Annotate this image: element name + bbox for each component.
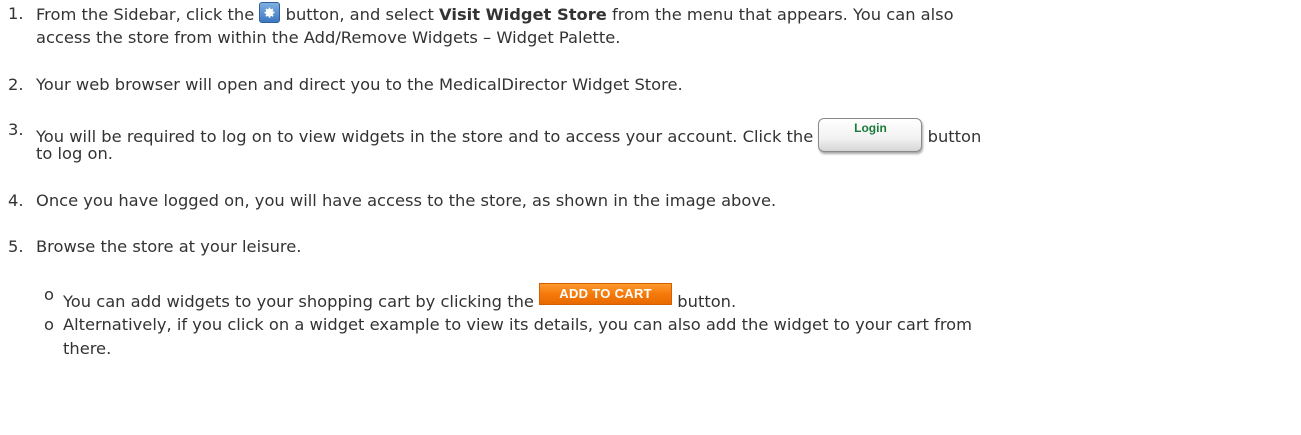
step-text: from the menu that appears. You can also (611, 5, 954, 24)
step-text: Your web browser will open and direct yo… (36, 75, 683, 94)
add-to-cart-button: ADD TO CART (539, 283, 673, 305)
step-1-line-1: From the Sidebar, click the button, and … (36, 2, 1286, 26)
step-number: 4. (8, 191, 24, 210)
bullet: o (44, 285, 54, 304)
login-button-label: Login (854, 121, 887, 135)
bullet: o (44, 315, 54, 334)
step-body: From the Sidebar, click the button, and … (36, 2, 1286, 50)
step-body: Your web browser will open and direct yo… (36, 73, 1286, 97)
gear-icon (264, 7, 275, 18)
sub-item-body: Alternatively, if you click on a widget … (63, 313, 1283, 361)
step-text: button, and select (285, 5, 434, 24)
step-text: button (927, 127, 982, 146)
sub-item-body: You can add widgets to your shopping car… (63, 283, 1283, 311)
step-number: 2. (8, 75, 24, 94)
login-button: Login (818, 118, 923, 152)
step-text: Browse the store at your leisure. (36, 237, 302, 256)
step-text: From the Sidebar, click the (36, 5, 255, 24)
step-number: 1. (8, 4, 24, 23)
step-number: 3. (8, 120, 24, 139)
sub-item-line: You can add widgets to your shopping car… (63, 283, 1283, 311)
sub-item-line-1: Alternatively, if you click on a widget … (63, 315, 973, 334)
menu-item-name: Visit Widget Store (439, 5, 607, 24)
step-3-line-1: You will be required to log on to view w… (36, 118, 1286, 152)
add-to-cart-label: ADD TO CART (559, 286, 652, 301)
sub-item-text: You can add widgets to your shopping car… (63, 292, 534, 311)
step-text: Once you have logged on, you will have a… (36, 191, 777, 210)
step-body: Browse the store at your leisure. (36, 235, 1286, 259)
step-body: You will be required to log on to view w… (36, 118, 1286, 166)
step-number: 5. (8, 237, 24, 256)
sub-item-text: button. (677, 292, 737, 311)
step-1-line-2: access the store from within the Add/Rem… (36, 28, 621, 47)
step-body: Once you have logged on, you will have a… (36, 189, 1286, 213)
sidebar-gear-button (259, 2, 281, 23)
sub-item-line-2: there. (63, 339, 112, 358)
step-text: You will be required to log on to view w… (36, 127, 814, 146)
